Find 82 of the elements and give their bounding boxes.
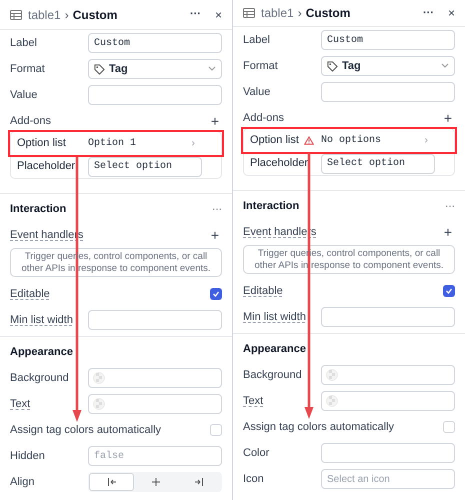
- field-label: Background: [10, 370, 70, 386]
- close-button[interactable]: ×: [448, 4, 455, 22]
- add-button[interactable]: +: [208, 228, 222, 242]
- add-button[interactable]: +: [208, 114, 222, 128]
- transparent-swatch-icon: [93, 398, 105, 410]
- color-field[interactable]: [88, 368, 222, 388]
- more-button[interactable]: ···: [445, 198, 455, 214]
- field-label: Placeholder: [17, 159, 76, 174]
- input-field[interactable]: [321, 443, 455, 463]
- checkbox[interactable]: [443, 421, 455, 433]
- breadcrumb-current: Custom: [72, 6, 118, 24]
- field-label: Add-ons: [10, 114, 52, 129]
- transparent-swatch-icon: [326, 369, 338, 381]
- breadcrumb-separator: ›: [298, 5, 302, 22]
- more-button[interactable]: ···: [212, 202, 222, 216]
- checkbox[interactable]: [210, 424, 222, 436]
- align-option[interactable]: [89, 473, 134, 491]
- input-field[interactable]: Select option: [321, 154, 435, 174]
- check-icon: [212, 290, 220, 298]
- field-label: Add-ons: [243, 110, 285, 126]
- input-field[interactable]: Select option: [88, 156, 202, 176]
- align-right-icon: [194, 477, 204, 487]
- breadcrumb-parent[interactable]: table1: [28, 6, 61, 24]
- section-title: Interaction: [243, 198, 300, 214]
- field-label: Label: [10, 36, 38, 51]
- option-list-row[interactable]: Option list Option 1 ›: [17, 135, 215, 152]
- section-title: Interaction: [10, 202, 68, 217]
- checkbox[interactable]: [443, 285, 455, 297]
- field-label: Background: [243, 368, 303, 383]
- chevron-down-icon: [441, 63, 449, 69]
- color-field[interactable]: [88, 394, 222, 414]
- field-label: Align: [10, 474, 36, 490]
- input-field[interactable]: [88, 310, 222, 330]
- field-label: Hidden: [10, 448, 46, 464]
- breadcrumb-separator: ›: [64, 6, 69, 24]
- section-title: Appearance: [10, 344, 74, 360]
- field-label: Label: [243, 32, 271, 48]
- table-icon: [10, 10, 22, 20]
- input-field[interactable]: [321, 307, 455, 327]
- field-label: Value: [243, 84, 272, 100]
- field-label: Text: [10, 396, 32, 412]
- color-field[interactable]: [321, 365, 455, 385]
- field-label: Min list width: [243, 310, 307, 325]
- field-label: Format: [243, 58, 279, 74]
- table-icon: [243, 8, 255, 18]
- field-label: Icon: [243, 472, 265, 487]
- more-button[interactable]: ···: [422, 4, 434, 22]
- field-label: Text: [243, 394, 264, 409]
- section-title: Appearance: [243, 342, 307, 357]
- input-field[interactable]: [88, 85, 222, 105]
- align-center-icon: [150, 477, 161, 487]
- warning-icon: [304, 136, 314, 145]
- tag-icon: [94, 64, 105, 74]
- transparent-swatch-icon: [326, 395, 338, 407]
- input-field[interactable]: Custom: [321, 30, 455, 50]
- option-list-row[interactable]: Option list No options ›: [250, 132, 448, 149]
- field-label: Format: [10, 62, 46, 77]
- input-field[interactable]: [321, 82, 455, 102]
- chevron-down-icon: [208, 66, 216, 72]
- field-label: Min list width: [10, 312, 74, 328]
- align-left-icon: [106, 477, 117, 487]
- transparent-swatch-icon: [93, 372, 105, 384]
- select-field[interactable]: Tag: [88, 59, 222, 79]
- breadcrumb-current: Custom: [306, 5, 352, 22]
- breadcrumb-parent[interactable]: table1: [261, 4, 294, 22]
- field-label: Assign tag colors automatically: [10, 422, 162, 438]
- add-button[interactable]: +: [441, 225, 455, 239]
- add-button[interactable]: +: [441, 111, 455, 125]
- field-label: Value: [10, 88, 38, 103]
- checkbox[interactable]: [210, 288, 222, 300]
- field-label: Editable: [243, 284, 284, 299]
- tag-icon: [327, 60, 338, 72]
- field-label: Color: [243, 446, 270, 461]
- more-button[interactable]: ···: [190, 6, 201, 23]
- close-button[interactable]: ×: [214, 6, 222, 24]
- field-label: Assign tag colors automatically: [243, 420, 396, 435]
- field-label: Placeholder: [250, 156, 310, 172]
- input-field[interactable]: Custom: [88, 33, 222, 53]
- color-field[interactable]: [321, 391, 455, 411]
- select-field[interactable]: Tag: [321, 56, 455, 76]
- field-label: Editable: [10, 286, 51, 302]
- check-icon: [445, 287, 453, 295]
